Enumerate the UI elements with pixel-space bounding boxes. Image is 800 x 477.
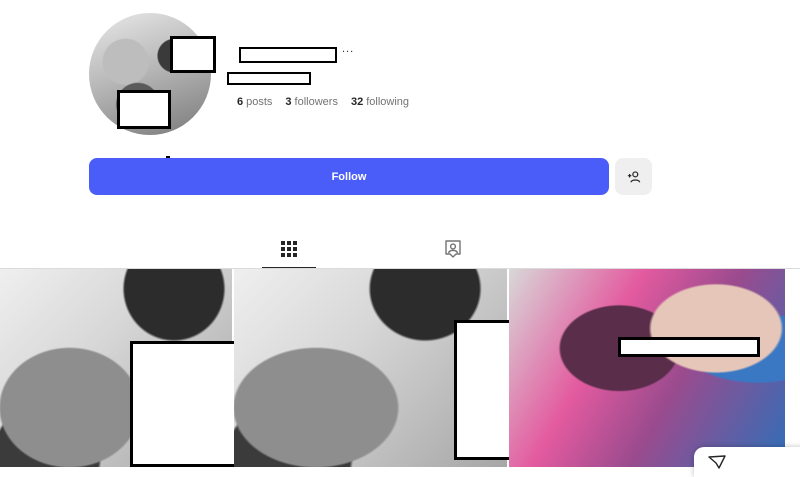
redaction-box — [618, 337, 760, 357]
person-add-icon — [627, 170, 640, 183]
more-options-button[interactable]: ... — [342, 43, 354, 55]
following-stat[interactable]: 32 following — [351, 96, 409, 108]
username-redacted — [239, 47, 337, 63]
following-label: following — [366, 96, 410, 108]
follow-button[interactable]: Follow — [89, 158, 609, 195]
fullname-redacted — [227, 72, 311, 85]
followers-stat[interactable]: 3 followers — [285, 96, 338, 108]
profile-stats: 6 posts 3 followers 32 following — [237, 96, 409, 108]
followers-count: 3 — [285, 96, 292, 108]
tab-tagged[interactable] — [426, 238, 480, 268]
posts-label: posts — [246, 96, 273, 108]
tab-posts[interactable] — [262, 238, 316, 269]
following-count: 32 — [350, 96, 364, 108]
posts-count: 6 — [237, 96, 244, 108]
post-thumbnail[interactable] — [509, 269, 785, 467]
suggested-accounts-button[interactable] — [615, 158, 652, 195]
messages-widget[interactable] — [694, 447, 800, 477]
tagged-icon — [445, 240, 461, 258]
redaction-box — [170, 36, 216, 73]
redaction-box — [454, 320, 514, 460]
redaction-box — [117, 90, 171, 129]
followers-label: followers — [294, 96, 338, 108]
posts-stat[interactable]: 6 posts — [237, 96, 272, 108]
grid-icon — [281, 241, 297, 257]
